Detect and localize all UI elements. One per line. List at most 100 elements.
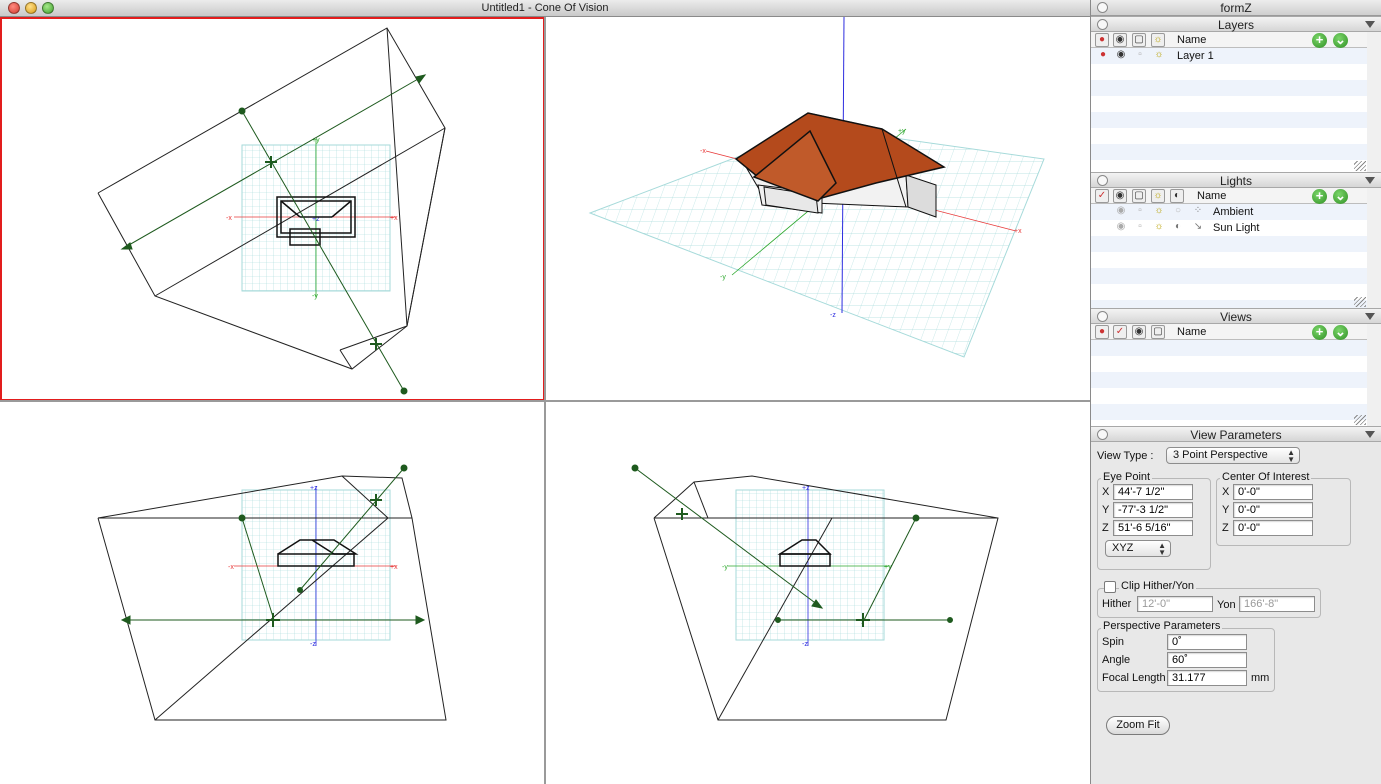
sun-icon[interactable]: ☼ xyxy=(1151,189,1165,203)
view-params-collapse-icon[interactable] xyxy=(1097,429,1108,440)
lock-icon[interactable]: ▢ xyxy=(1132,189,1146,203)
palette-title: formZ xyxy=(1220,1,1252,15)
front-label-plus-z: +z xyxy=(310,485,318,492)
yon-label: Yon xyxy=(1217,599,1236,611)
view-parameters-title: View Parameters xyxy=(1190,428,1282,442)
coi-y-field[interactable] xyxy=(1233,502,1313,518)
hither-field[interactable] xyxy=(1137,596,1213,612)
sun-icon[interactable]: ☼ xyxy=(1152,205,1166,219)
yon-field[interactable] xyxy=(1239,596,1315,612)
palette-titlebar[interactable]: formZ xyxy=(1091,0,1381,16)
add-light-button[interactable]: + xyxy=(1312,189,1327,204)
eye-icon[interactable]: ◉ xyxy=(1113,33,1127,47)
zoom-window-button[interactable] xyxy=(42,2,54,14)
zoom-fit-button[interactable]: Zoom Fit xyxy=(1106,716,1170,735)
eye-y-field[interactable] xyxy=(1113,502,1193,518)
layer-name[interactable]: Layer 1 xyxy=(1177,48,1214,64)
focal-length-field[interactable] xyxy=(1167,670,1247,686)
eye-plane-select[interactable]: XYZ ▲ ▼ xyxy=(1105,540,1171,557)
side-grid xyxy=(735,489,885,641)
angle-field[interactable] xyxy=(1167,652,1247,668)
layer-active-icon[interactable]: ● xyxy=(1096,49,1110,63)
eye-icon[interactable]: ◉ xyxy=(1114,49,1128,63)
zoom-fit-label: Zoom Fit xyxy=(1116,719,1160,731)
layer-active-icon[interactable]: ● xyxy=(1095,33,1109,47)
axis-label-plus-x: +x xyxy=(390,215,398,222)
axis-label-minus-x: -x xyxy=(226,215,232,222)
views-name-column[interactable]: Name xyxy=(1177,324,1206,340)
sun-icon[interactable]: ☼ xyxy=(1151,33,1165,47)
ambient-light-icon: ⁘ xyxy=(1193,205,1203,216)
side-view-viewport[interactable]: +z -z -y +y xyxy=(546,402,1090,784)
eye-icon[interactable]: ◉ xyxy=(1114,221,1128,235)
perspective-viewport[interactable]: -x +x -y +y -z xyxy=(546,17,1090,400)
view-active-icon[interactable]: ● xyxy=(1095,325,1109,339)
list-item[interactable]: ◉ ▫ ☼ ◐ ↘ Sun Light xyxy=(1091,220,1367,236)
eye-plane-value: XYZ xyxy=(1112,542,1134,554)
view-params-menu-icon[interactable] xyxy=(1365,431,1375,438)
shadow-icon[interactable]: ◐ xyxy=(1171,221,1185,235)
clip-hither-yon-checkbox[interactable] xyxy=(1104,581,1116,593)
views-collapse-icon[interactable] xyxy=(1097,311,1108,322)
lock-icon[interactable]: ▢ xyxy=(1151,325,1165,339)
lock-icon[interactable]: ▢ xyxy=(1132,33,1146,47)
checkmark-icon[interactable]: ✓ xyxy=(1113,325,1127,339)
eye-x-field[interactable] xyxy=(1113,484,1193,500)
add-view-button[interactable]: + xyxy=(1312,325,1327,340)
coi-x-field[interactable] xyxy=(1233,484,1313,500)
lock-icon[interactable]: ▫ xyxy=(1133,205,1147,219)
lights-name-column[interactable]: Name xyxy=(1197,188,1226,204)
eye-z-field[interactable] xyxy=(1113,520,1193,536)
views-panel-header[interactable]: Views xyxy=(1091,308,1381,324)
views-menu-icon[interactable] xyxy=(1365,313,1375,320)
view-parameters-header[interactable]: View Parameters xyxy=(1091,426,1381,442)
views-resize-handle[interactable] xyxy=(1354,415,1366,425)
list-item[interactable]: ◉ ▫ ☼ ○ ⁘ Ambient xyxy=(1091,204,1367,220)
lights-list-header: ✓ ◉ ▢ ☼ ◐ Name + ⌄ xyxy=(1091,188,1367,204)
view-type-select[interactable]: 3 Point Perspective ▲ ▼ xyxy=(1166,447,1300,464)
coi-z-field[interactable] xyxy=(1233,520,1313,536)
list-item[interactable]: ● ◉ ▫ ☼ Layer 1 xyxy=(1091,48,1367,64)
top-view-viewport[interactable]: -x +x +y -y +z xyxy=(0,17,544,400)
front-view-viewport[interactable]: +z -z -x +x xyxy=(0,402,544,784)
lights-panel-header[interactable]: Lights xyxy=(1091,172,1381,188)
lock-icon[interactable]: ▫ xyxy=(1133,221,1147,235)
eye-icon[interactable]: ◉ xyxy=(1113,189,1127,203)
formz-palette: formZ Layers ● ◉ ▢ ☼ Name + ⌄ ● ◉ ▫ ☼ La… xyxy=(1090,0,1381,784)
layers-title: Layers xyxy=(1217,18,1255,32)
layer-options-button[interactable]: ⌄ xyxy=(1333,33,1348,48)
lights-resize-handle[interactable] xyxy=(1354,297,1366,307)
sun-icon[interactable]: ☼ xyxy=(1152,49,1166,63)
coi-y-label: Y xyxy=(1222,504,1230,516)
viewport-divider-horizontal[interactable] xyxy=(0,400,1090,402)
side-label-minus-y: -y xyxy=(722,564,728,571)
spin-label: Spin xyxy=(1102,636,1125,648)
lights-menu-icon[interactable] xyxy=(1365,177,1375,184)
front-label-minus-z: -z xyxy=(310,641,316,648)
lights-collapse-icon[interactable] xyxy=(1097,175,1108,186)
checkmark-icon[interactable]: ✓ xyxy=(1095,189,1109,203)
persp-label-minus-x: -x xyxy=(700,148,706,155)
shadow-icon[interactable]: ○ xyxy=(1171,205,1185,219)
layers-name-column[interactable]: Name xyxy=(1177,32,1206,48)
palette-close-icon[interactable] xyxy=(1097,2,1108,13)
minimize-window-button[interactable] xyxy=(25,2,37,14)
close-window-button[interactable] xyxy=(8,2,20,14)
shadow-icon[interactable]: ◐ xyxy=(1170,189,1184,203)
spin-field[interactable] xyxy=(1167,634,1247,650)
lock-icon[interactable]: ▫ xyxy=(1133,49,1147,63)
light-name[interactable]: Ambient xyxy=(1213,204,1253,220)
layers-panel-header[interactable]: Layers xyxy=(1091,16,1381,32)
eye-icon[interactable]: ◉ xyxy=(1114,205,1128,219)
light-options-button[interactable]: ⌄ xyxy=(1333,189,1348,204)
window-titlebar[interactable]: Untitled1 - Cone Of Vision xyxy=(0,0,1090,17)
layers-collapse-icon[interactable] xyxy=(1097,19,1108,30)
view-options-button[interactable]: ⌄ xyxy=(1333,325,1348,340)
sun-icon[interactable]: ☼ xyxy=(1152,221,1166,235)
eye-icon[interactable]: ◉ xyxy=(1132,325,1146,339)
layers-resize-handle[interactable] xyxy=(1354,161,1366,171)
add-layer-button[interactable]: + xyxy=(1312,33,1327,48)
layers-menu-icon[interactable] xyxy=(1365,21,1375,28)
layers-list: ● ◉ ▢ ☼ Name + ⌄ ● ◉ ▫ ☼ Layer 1 xyxy=(1091,32,1381,172)
light-name[interactable]: Sun Light xyxy=(1213,220,1259,236)
